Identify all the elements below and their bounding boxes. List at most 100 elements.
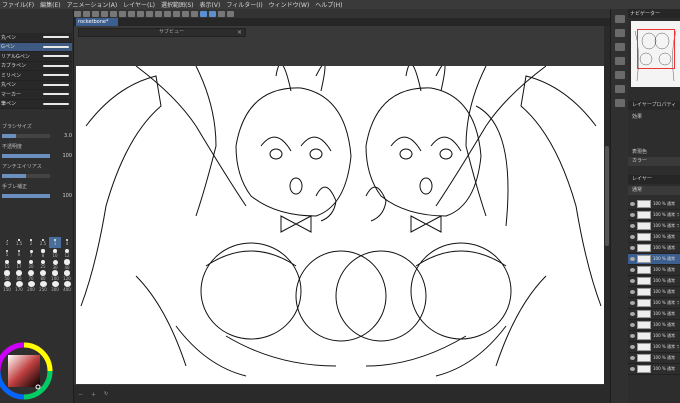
menu-item[interactable]: 選択範囲(S) [161, 0, 194, 9]
brush-size-cell[interactable]: 250 [37, 281, 49, 292]
brush-item[interactable]: Gペン [0, 42, 72, 52]
brush-size-cell[interactable]: 8 [37, 248, 49, 259]
menu-item[interactable]: ファイル(F) [2, 0, 34, 9]
property-value[interactable]: 100 [58, 153, 72, 159]
open-file-icon[interactable] [83, 10, 90, 17]
brush-item[interactable]: 丸ペン [0, 33, 72, 43]
menu-item[interactable]: レイヤー(L) [123, 0, 155, 9]
layer-property-header[interactable]: レイヤープロパティ [628, 101, 680, 110]
crop-icon[interactable] [155, 10, 162, 17]
color-icon[interactable] [614, 85, 625, 93]
material-icon[interactable] [614, 29, 625, 37]
eye-icon[interactable] [630, 290, 635, 294]
rotate-icon[interactable]: ↻ [104, 391, 108, 397]
brush-size-cell[interactable]: 4 [61, 237, 73, 248]
navigator-icon[interactable] [614, 15, 625, 23]
property-value[interactable]: 3.0 [58, 133, 72, 139]
property-value[interactable]: 100 [58, 193, 72, 199]
layer-row[interactable]: 100 % 通常 フォルダー [628, 221, 680, 232]
menu-item[interactable]: 編集(E) [40, 0, 60, 9]
layer-row[interactable]: 100 % 通常 [628, 364, 680, 375]
new-file-icon[interactable] [74, 10, 81, 17]
clear-icon[interactable] [119, 10, 126, 17]
brush-size-cell[interactable]: 15 [1, 259, 13, 270]
layer-row[interactable]: 100 % 通常 [628, 276, 680, 287]
brush-size-cell[interactable]: 150 [1, 281, 13, 292]
eye-icon[interactable] [630, 257, 635, 261]
blend-mode-select[interactable]: 通常 [628, 186, 680, 195]
property-slider[interactable] [2, 154, 50, 158]
zoom-out-icon[interactable]: － [78, 391, 83, 398]
brush-size-cell[interactable]: 170 [13, 281, 25, 292]
eye-icon[interactable] [630, 235, 635, 239]
scroll-thumb[interactable] [605, 146, 609, 246]
eye-icon[interactable] [630, 345, 635, 349]
brush-size-cell[interactable]: 12 [61, 248, 73, 259]
eye-icon[interactable] [630, 323, 635, 327]
layer-row[interactable]: 100 % 通常 フォルダー [628, 342, 680, 353]
drawing-canvas[interactable] [76, 66, 606, 384]
eye-icon[interactable] [630, 312, 635, 316]
layer-row[interactable]: 100 % 通常 [628, 243, 680, 254]
layer-row[interactable]: 100 % 通常 [628, 331, 680, 342]
brush-size-cell[interactable]: 6 [13, 248, 25, 259]
search-icon[interactable] [614, 71, 625, 79]
layer-property-icon[interactable] [614, 43, 625, 51]
select-all-icon[interactable] [173, 10, 180, 17]
brush-size-cell[interactable]: 70 [25, 270, 37, 281]
close-icon[interactable]: × [237, 29, 243, 36]
brush-item[interactable]: カブラペン [0, 62, 72, 71]
eye-icon[interactable] [630, 367, 635, 371]
brush-size-cell[interactable]: 200 [25, 281, 37, 292]
eye-icon[interactable] [630, 279, 635, 283]
eye-icon[interactable] [630, 334, 635, 338]
zoom-in-icon[interactable]: ＋ [91, 391, 96, 398]
transform-icon[interactable] [137, 10, 144, 17]
document-tab[interactable]: rocketbone* [76, 18, 118, 26]
layer-row[interactable]: 100 % 通常 [628, 353, 680, 364]
invert-icon[interactable] [164, 10, 171, 17]
snap-ruler-icon[interactable] [200, 10, 207, 17]
brush-size-cell[interactable]: 400 [61, 281, 73, 292]
brush-size-cell[interactable]: 300 [49, 281, 61, 292]
brush-item[interactable]: マーカー [0, 90, 72, 100]
brush-item[interactable]: リアルGペン [0, 52, 72, 62]
layer-row[interactable]: 100 % 通常 フォルダー [628, 298, 680, 309]
brush-size-cell[interactable]: 25 [37, 259, 49, 270]
ruler-icon[interactable] [182, 10, 189, 17]
brush-size-cell[interactable]: 10 [49, 248, 61, 259]
navigator-view-frame[interactable] [637, 29, 675, 69]
eye-icon[interactable] [630, 301, 635, 305]
layer-row[interactable]: 100 % 通常 [628, 309, 680, 320]
redo-icon[interactable] [110, 10, 117, 17]
subview-titlebar[interactable]: サブビュー × [78, 28, 246, 37]
brush-size-cell[interactable]: 80 [37, 270, 49, 281]
brush-size-cell[interactable]: 3 [49, 237, 61, 248]
layer-row[interactable]: 100 % 通常 [628, 320, 680, 331]
menu-item[interactable]: フィルター(I) [226, 0, 262, 9]
layer-row[interactable]: 100 % 通常 [628, 199, 680, 210]
save-icon[interactable] [92, 10, 99, 17]
brush-size-cell[interactable]: 50 [1, 270, 13, 281]
brush-size-cell[interactable]: 2 [25, 237, 37, 248]
layer-row[interactable]: 100 % 通常 [628, 254, 680, 265]
color-select[interactable]: カラー [628, 157, 680, 166]
tab-navigator[interactable]: ナビゲーター [630, 10, 660, 17]
eye-icon[interactable] [630, 268, 635, 272]
brush-size-cell[interactable]: 7 [25, 248, 37, 259]
layer-row[interactable]: 100 % 通常 [628, 265, 680, 276]
layer-row[interactable]: 100 % 通常 [628, 232, 680, 243]
property-slider[interactable] [2, 194, 50, 198]
layer-row[interactable]: 100 % 通常 フォルダー [628, 210, 680, 221]
undo-icon[interactable] [101, 10, 108, 17]
layer-row[interactable]: 100 % 通常 [628, 287, 680, 298]
brush-size-cell[interactable]: 5 [1, 248, 13, 259]
brush-item[interactable]: 丸ペン [0, 81, 72, 90]
navigator-preview[interactable] [631, 21, 680, 87]
brush-item[interactable]: 筆ペン [0, 100, 72, 109]
eye-icon[interactable] [630, 246, 635, 250]
eye-icon[interactable] [630, 202, 635, 206]
brush-size-cell[interactable]: 100 [49, 270, 61, 281]
menu-item[interactable]: アニメーション(A) [67, 0, 118, 9]
lock-icon[interactable] [227, 10, 234, 17]
